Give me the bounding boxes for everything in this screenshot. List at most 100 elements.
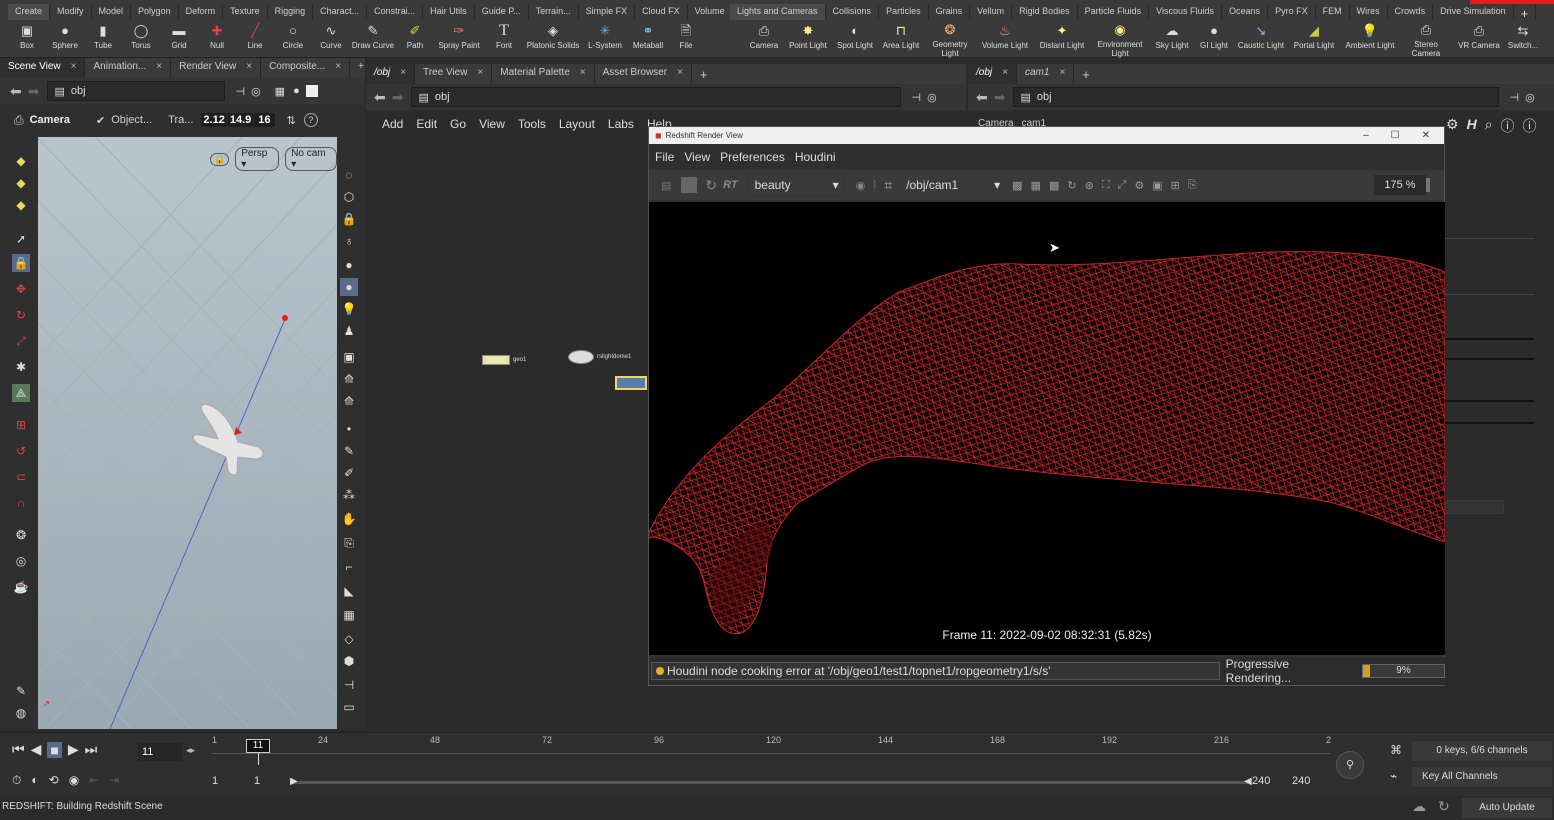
- path-field[interactable]: ▤ obj: [411, 87, 902, 107]
- shelf-tab[interactable]: Rigid Bodies: [1012, 4, 1078, 20]
- viewport-layout-icon[interactable]: ▣: [340, 348, 358, 366]
- gi-light-tool[interactable]: ● GI Light: [1194, 22, 1234, 58]
- close-icon[interactable]: ×: [400, 67, 406, 81]
- background-icon[interactable]: [305, 85, 318, 97]
- tab-tree-view[interactable]: Tree View ×: [415, 64, 493, 84]
- align-icon[interactable]: ⇅: [287, 114, 296, 127]
- paint-icon[interactable]: ✎: [12, 682, 30, 700]
- camera-label[interactable]: Camera: [30, 114, 70, 126]
- shelf-tab[interactable]: Charact...: [313, 4, 368, 20]
- add-snapshot-icon[interactable]: ⊞: [1171, 179, 1180, 192]
- range-end-visible-field[interactable]: 240: [1252, 775, 1270, 787]
- menu-go[interactable]: Go: [450, 117, 466, 131]
- houdini-h-icon[interactable]: H: [1467, 116, 1477, 136]
- info-icon[interactable]: ⓘ: [1501, 116, 1515, 136]
- camera-view-icon[interactable]: ⎙: [14, 113, 24, 128]
- grid-toggle-icon[interactable]: ⁞: [873, 179, 876, 191]
- node-geo1[interactable]: geo1: [482, 355, 526, 365]
- shelf-tab[interactable]: Guide P...: [475, 4, 529, 20]
- refresh-icon[interactable]: ↻: [1438, 798, 1450, 815]
- keys-info[interactable]: 0 keys, 6/6 channels: [1412, 741, 1552, 761]
- forward-arrow-icon[interactable]: ➡: [392, 89, 404, 106]
- shelf-tab[interactable]: Collisions: [826, 4, 880, 20]
- file-tool[interactable]: 🗎 File: [668, 22, 704, 58]
- sync-icon[interactable]: ↻: [1067, 179, 1076, 192]
- caustic-light-tool[interactable]: ↘ Caustic Light: [1234, 22, 1288, 58]
- pin-view-icon[interactable]: ⚙: [1134, 179, 1144, 192]
- camera-tool[interactable]: ⎙ Camera: [744, 22, 784, 58]
- snap-icon[interactable]: ◎: [12, 552, 30, 570]
- save-image-icon[interactable]: ▣: [1152, 179, 1162, 192]
- portal-light-tool[interactable]: ◢ Portal Light: [1288, 22, 1340, 58]
- help-icon[interactable]: ⓘ: [1523, 116, 1537, 136]
- gear-icon[interactable]: ⚙: [1446, 116, 1459, 136]
- aov-dropdown[interactable]: beauty ▾: [747, 174, 844, 196]
- shelf-tab[interactable]: Vellum: [970, 4, 1013, 20]
- menu-tools[interactable]: Tools: [518, 117, 546, 131]
- menu-file[interactable]: File: [655, 150, 674, 164]
- shelf-tab[interactable]: Simple FX: [579, 4, 636, 20]
- shelf-tab[interactable]: Oceans: [1222, 4, 1269, 20]
- range-end-field[interactable]: 240: [1292, 775, 1310, 787]
- menu-layout[interactable]: Layout: [559, 117, 595, 131]
- distant-light-tool[interactable]: ✦ Distant Light: [1034, 22, 1090, 58]
- param-dropdown[interactable]: [1444, 500, 1504, 514]
- close-icon[interactable]: ×: [580, 67, 586, 81]
- object-label[interactable]: Object...: [111, 114, 152, 126]
- playhead-marker[interactable]: 11: [246, 739, 270, 753]
- font-tool[interactable]: T Font: [484, 22, 524, 58]
- volume-light-tool[interactable]: ♨ Volume Light: [976, 22, 1034, 58]
- brush-icon[interactable]: ✐: [340, 464, 358, 482]
- area-light-tool[interactable]: ⊓ Area Light: [878, 22, 924, 58]
- range-handle-left[interactable]: ▶: [290, 776, 298, 787]
- range-slider[interactable]: [292, 781, 1248, 784]
- draw-curve-tool[interactable]: ✎ Draw Curve: [350, 22, 396, 58]
- shelf-tab[interactable]: Crowds: [1388, 4, 1434, 20]
- zoom-slider-handle[interactable]: [1426, 178, 1430, 192]
- close-icon[interactable]: ×: [156, 61, 162, 75]
- render-region-icon[interactable]: ☕: [12, 578, 30, 596]
- cube-icon[interactable]: ▭: [340, 698, 358, 716]
- shelf-tab[interactable]: Hair Utils: [423, 4, 475, 20]
- rotate-handle-icon[interactable]: ↺: [12, 442, 30, 460]
- refresh-icon[interactable]: ↻: [705, 177, 717, 194]
- stop-icon[interactable]: ■: [47, 741, 62, 758]
- range-handle-right[interactable]: ◀: [1244, 776, 1252, 787]
- link-icon[interactable]: ◎: [251, 85, 261, 98]
- target-icon[interactable]: ⊛: [1085, 179, 1094, 192]
- tab-cam1[interactable]: cam1 ×: [1017, 64, 1075, 84]
- jump-end-icon[interactable]: ⏭: [85, 741, 98, 758]
- shelf-tab[interactable]: Deform: [179, 4, 224, 20]
- shelf-tab[interactable]: Polygon: [131, 4, 179, 20]
- add-shelf-tab-icon[interactable]: +: [1514, 4, 1537, 21]
- forward-arrow-icon[interactable]: ➡: [994, 89, 1006, 106]
- camera-node[interactable]: [615, 376, 647, 390]
- lock-view-icon[interactable]: 🔒: [210, 152, 230, 166]
- shelf-tab[interactable]: Texture: [223, 4, 268, 20]
- menu-view[interactable]: View: [479, 117, 505, 131]
- magnet-icon[interactable]: ∩: [12, 494, 30, 512]
- link-icon[interactable]: ◎: [927, 91, 937, 104]
- pattern-icon[interactable]: ▩: [1049, 179, 1059, 192]
- close-icon[interactable]: ✕: [1422, 130, 1430, 141]
- shelf-tab[interactable]: Viscous Fluids: [1149, 4, 1223, 20]
- camera-target-point[interactable]: [282, 315, 288, 321]
- minimize-icon[interactable]: –: [1363, 130, 1369, 141]
- tab-asset-browser[interactable]: Asset Browser ×: [595, 64, 692, 84]
- menu-preferences[interactable]: Preferences: [720, 150, 785, 164]
- rgb-icon[interactable]: ◉: [856, 179, 866, 192]
- ghost-icon[interactable]: ◌: [340, 166, 358, 184]
- scene-model[interactable]: [178, 387, 278, 487]
- corner-icon[interactable]: ⌐: [340, 558, 358, 576]
- shelf-tab[interactable]: FEM: [1316, 4, 1350, 20]
- select-icon[interactable]: ◆: [12, 152, 30, 170]
- shelf-tab[interactable]: Pyro FX: [1268, 4, 1316, 20]
- menu-add[interactable]: Add: [382, 117, 403, 131]
- slope-icon[interactable]: ◣: [340, 582, 358, 600]
- rt-toggle[interactable]: RT: [723, 179, 737, 191]
- add-tab-icon[interactable]: +: [692, 64, 716, 84]
- sphere-tool[interactable]: ● Sphere: [46, 22, 84, 58]
- pin-icon[interactable]: ⊣: [911, 91, 921, 104]
- path-tool[interactable]: ✐ Path: [396, 22, 434, 58]
- clone-icon[interactable]: ⎘: [340, 534, 358, 552]
